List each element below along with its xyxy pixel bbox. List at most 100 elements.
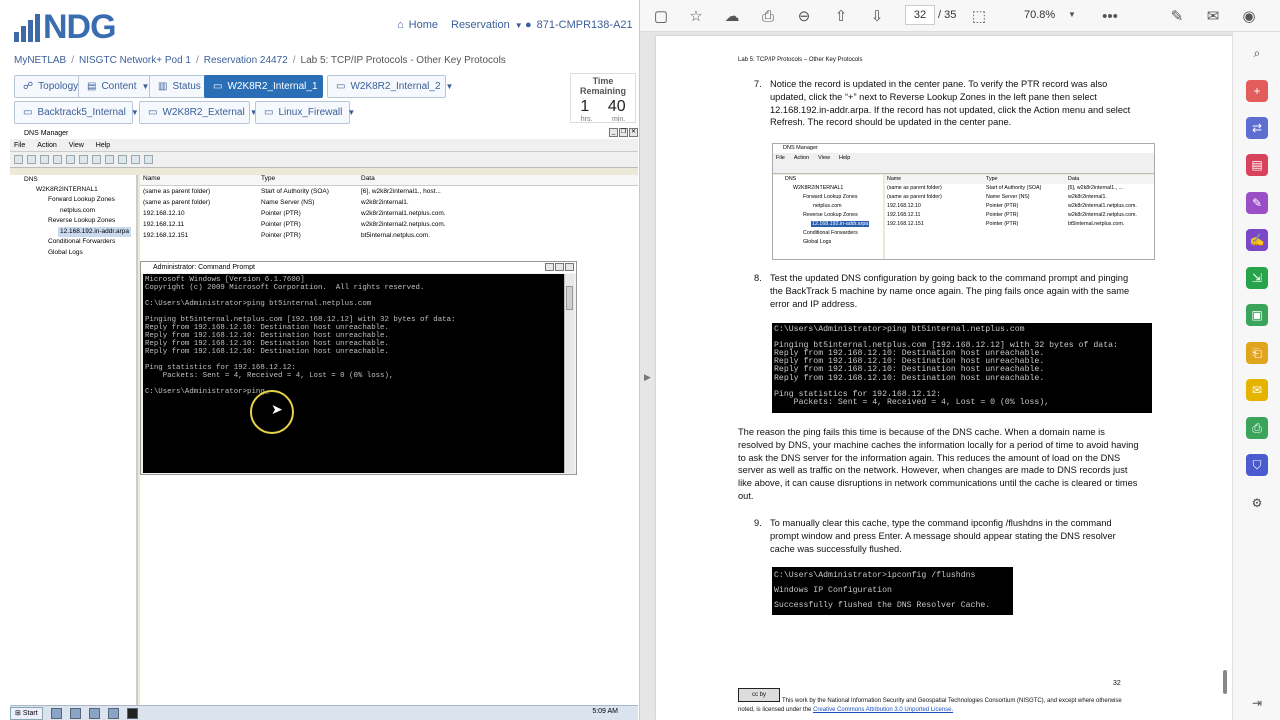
export-pdf-icon[interactable]: ⇲ — [1246, 267, 1268, 289]
cmd-taskbar-icon[interactable] — [126, 707, 138, 719]
tab-content[interactable]: ▤ Content ▼ — [78, 75, 159, 98]
command-prompt-window[interactable]: Administrator: Command Prompt Microsoft … — [140, 261, 577, 475]
sign-icon[interactable]: ✎ — [1166, 5, 1188, 27]
breadcrumb-reservation[interactable]: Reservation 24472 — [204, 55, 288, 66]
file-icon[interactable] — [144, 155, 153, 164]
table-row[interactable]: (same as parent folder) Start of Authori… — [140, 186, 638, 197]
zoom-out-icon[interactable]: ⊖ — [793, 5, 815, 27]
close-icon[interactable] — [565, 263, 574, 271]
tree-server[interactable]: W2K8R2INTERNAL1 — [36, 185, 98, 195]
tree-forward-zones[interactable]: Forward Lookup Zones — [48, 195, 115, 205]
server-manager-icon[interactable] — [50, 707, 62, 719]
organize-pages-icon[interactable]: ▤ — [1246, 154, 1268, 176]
tab-topology[interactable]: ☍ Topology — [14, 75, 88, 98]
menu-view[interactable]: View — [69, 142, 84, 149]
collapse-sidebar-icon[interactable]: ⇥ — [1246, 692, 1268, 714]
table-row[interactable]: 192.168.12.11 Pointer (PTR) w2k8r2intern… — [140, 219, 638, 230]
cmd-titlebar[interactable]: Administrator: Command Prompt — [141, 262, 576, 273]
tab-vm-backtrack5-internal[interactable]: ▭ Backtrack5_Internal ▼ — [14, 101, 139, 124]
breadcrumb-pod[interactable]: NISGTC Network+ Pod 1 — [79, 55, 191, 66]
tab-status[interactable]: ▥ Status — [149, 75, 210, 98]
ndg-logo[interactable]: NDG — [14, 10, 117, 44]
tools-settings-icon[interactable]: ⚙ — [1246, 492, 1268, 514]
page-number-input[interactable]: 32 — [905, 5, 935, 25]
select-tool-icon[interactable]: ⬚ — [968, 5, 990, 27]
col-type[interactable]: Type — [258, 175, 358, 185]
breadcrumb-mynetlab[interactable]: MyNETLAB — [14, 55, 66, 66]
col-name[interactable]: Name — [140, 175, 258, 185]
shot-cell: [6], w2k8r2internal1., ... — [1068, 185, 1124, 191]
maximize-icon[interactable] — [555, 263, 564, 271]
save-icon[interactable]: ▢ — [650, 5, 672, 27]
minimize-icon[interactable] — [545, 263, 554, 271]
tree-netplus[interactable]: netplus.com — [60, 206, 95, 216]
create-pdf-icon[interactable]: + — [1246, 80, 1268, 102]
comment-icon[interactable]: ✉ — [1246, 379, 1268, 401]
page-up-icon[interactable]: ⇧ — [830, 5, 852, 27]
license-link[interactable]: Creative Commons Attribution 3.0 Unporte… — [813, 707, 953, 713]
table-row[interactable]: 192.168.12.151 Pointer (PTR) bt5internal… — [140, 230, 638, 241]
fill-sign-icon[interactable]: ✍ — [1246, 229, 1268, 251]
upload-cloud-icon[interactable]: ☁ — [721, 5, 743, 27]
vm-console[interactable]: DNS Manager _ ❐ ✕ File Action View Help — [10, 128, 638, 720]
server-icon[interactable] — [131, 155, 140, 164]
tree-reverse-zone[interactable]: 12.168.192.in-addr.arpa — [58, 227, 132, 237]
scrollbar-thumb[interactable] — [566, 286, 573, 310]
menu-file[interactable]: File — [14, 142, 25, 149]
menu-action[interactable]: Action — [37, 142, 56, 149]
table-row[interactable]: (same as parent folder) Name Server (NS)… — [140, 197, 638, 208]
cmd-scrollbar[interactable] — [564, 274, 574, 473]
dns-manager-window[interactable]: DNS Manager _ ❐ ✕ File Action View Help — [10, 128, 638, 705]
star-icon[interactable]: ☆ — [685, 5, 707, 27]
close-icon[interactable]: ✕ — [629, 128, 638, 137]
export-icon[interactable] — [92, 155, 101, 164]
collapse-left-icon[interactable]: ▶ — [644, 372, 651, 383]
back-icon[interactable] — [14, 155, 23, 164]
powershell-icon[interactable] — [69, 707, 81, 719]
dns-manager-titlebar[interactable]: DNS Manager _ ❐ ✕ — [10, 128, 638, 139]
show-tree-icon[interactable] — [53, 155, 62, 164]
combine-files-icon[interactable]: ⇄ — [1246, 117, 1268, 139]
forward-icon[interactable] — [27, 155, 36, 164]
protect-icon[interactable]: ⛉ — [1246, 454, 1268, 476]
account-icon[interactable]: ◉ — [1238, 5, 1260, 27]
record-name: (same as parent folder) — [143, 199, 211, 206]
nav-pod[interactable]: ● 871-CMPR138-A21 — [525, 19, 633, 31]
more-options-icon[interactable]: ••• — [1099, 5, 1121, 27]
scan-icon[interactable]: ⎗ — [1246, 342, 1268, 364]
explorer-icon[interactable] — [88, 707, 100, 719]
col-data[interactable]: Data — [358, 175, 458, 185]
tree-reverse-zones[interactable]: Reverse Lookup Zones — [48, 216, 115, 226]
record-icon[interactable] — [118, 155, 127, 164]
tree-conditional[interactable]: Conditional Forwarders — [48, 237, 115, 247]
zoom-level[interactable]: 70.8% — [1024, 9, 1055, 21]
search-icon[interactable]: ⌕ — [1246, 42, 1268, 64]
minimize-icon[interactable]: _ — [609, 128, 618, 137]
print-production-icon[interactable]: ⎙ — [1246, 417, 1268, 439]
print-icon[interactable]: ⎙ — [757, 5, 779, 27]
up-folder-icon[interactable] — [40, 155, 49, 164]
pdf-scrollbar[interactable] — [1223, 670, 1227, 694]
dns-taskbar-icon[interactable] — [107, 707, 119, 719]
tree-dns[interactable]: DNS — [24, 175, 38, 185]
properties-icon[interactable] — [66, 155, 75, 164]
menu-help[interactable]: Help — [96, 142, 110, 149]
cmd-console-output[interactable]: Microsoft Windows [Version 6.1.7600] Cop… — [143, 274, 564, 473]
chevron-down-icon[interactable]: ▼ — [1068, 10, 1076, 19]
tab-vm-w2k8r2-external[interactable]: ▭ W2K8R2_External ▼ — [139, 101, 258, 124]
compress-icon[interactable]: ▣ — [1246, 304, 1268, 326]
nav-home[interactable]: ⌂ Home — [397, 19, 438, 31]
start-button[interactable]: ⊞ Start — [10, 706, 43, 720]
tab-vm-w2k8r2-internal-1[interactable]: ▭W2K8R2_Internal_1▼ — [204, 75, 330, 98]
page-down-icon[interactable]: ⇩ — [866, 5, 888, 27]
tab-vm-linux-firewall[interactable]: ▭ Linux_Firewall ▼ — [255, 101, 355, 124]
tree-global-logs[interactable]: Global Logs — [48, 248, 83, 258]
restore-icon[interactable]: ❐ — [619, 128, 628, 137]
tab-vm-w2k8r2-internal-2[interactable]: ▭ W2K8R2_Internal_2 ▼ — [327, 75, 453, 98]
help-icon[interactable] — [105, 155, 114, 164]
nav-reservation[interactable]: Reservation ▼ — [451, 19, 523, 31]
refresh-icon[interactable] — [79, 155, 88, 164]
email-icon[interactable]: ✉ — [1202, 5, 1224, 27]
edit-pdf-icon[interactable]: ✎ — [1246, 192, 1268, 214]
table-row[interactable]: 192.168.12.10 Pointer (PTR) w2k8r2intern… — [140, 208, 638, 219]
